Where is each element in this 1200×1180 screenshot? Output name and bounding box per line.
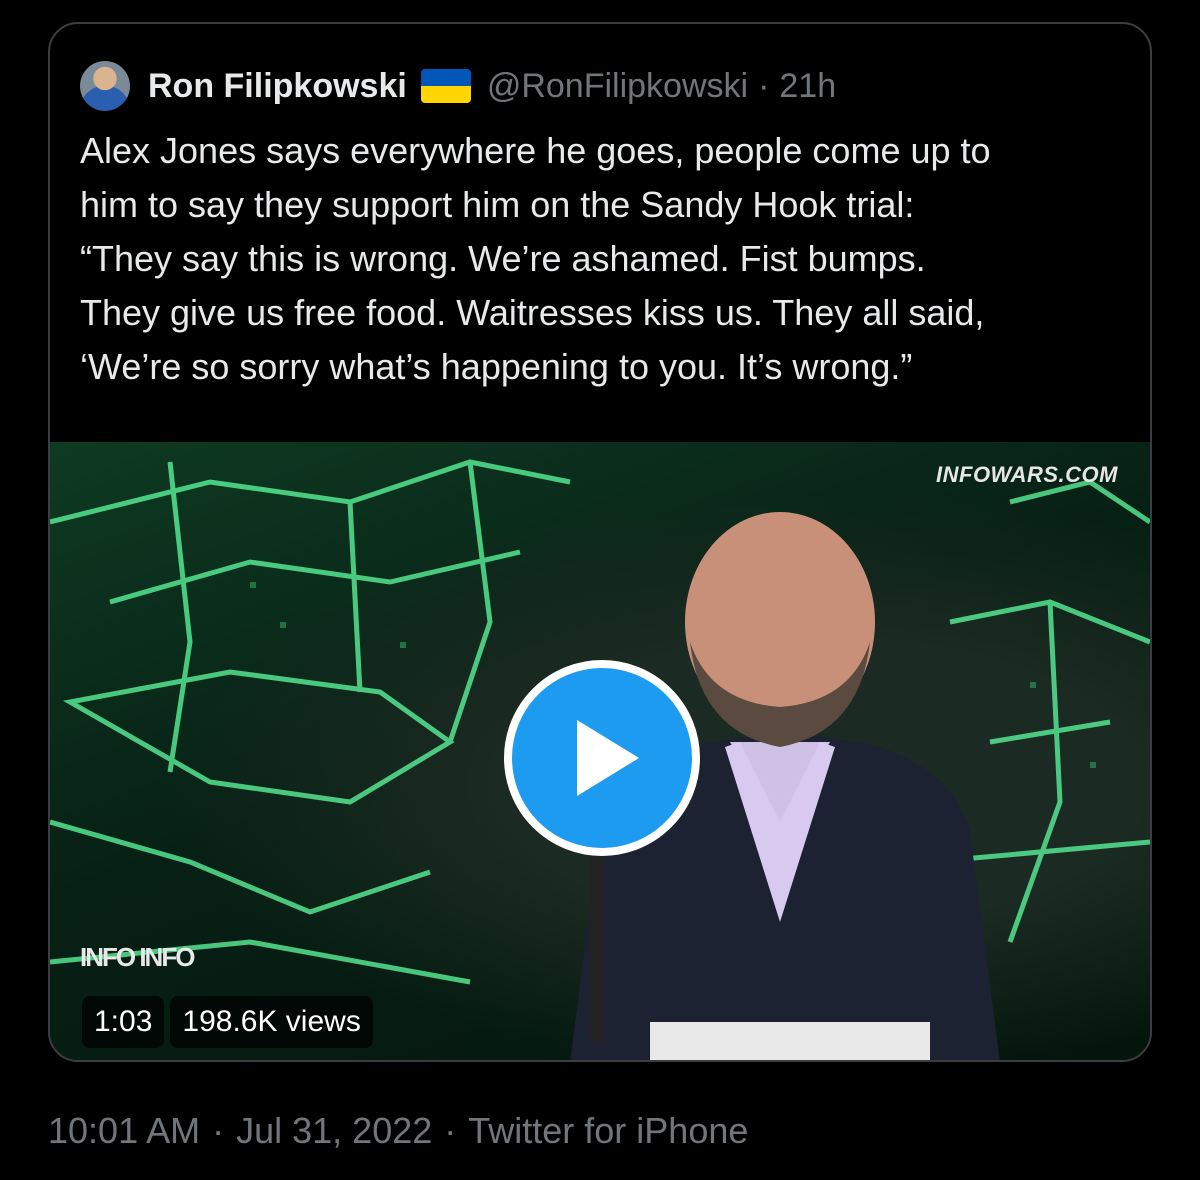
author-display-name[interactable]: Ron Filipkowski [148,67,407,106]
ukraine-flag-icon [420,69,471,103]
video-badges: 1:03 198.6K views [82,996,373,1048]
author-handle[interactable]: @RonFilipkowski [487,67,748,106]
video-player[interactable]: INFOWARS.COM INFO INFO 1:03 198.6K views [50,442,1150,1060]
tweet-source[interactable]: Twitter for iPhone [468,1110,748,1151]
tweet-text: Alex Jones says everywhere he goes, peop… [80,130,991,387]
header-separator: · [758,66,770,105]
play-icon [577,720,639,796]
video-duration: 1:03 [82,996,165,1048]
play-button[interactable] [504,660,700,856]
tweet-time-ago[interactable]: 21h [779,67,836,106]
author-avatar[interactable] [80,61,130,111]
channel-logo: INFO INFO [80,942,195,972]
video-views: 198.6K views [170,996,373,1048]
meta-separator: · [444,1110,457,1151]
tweet-header: Ron Filipkowski @RonFilipkowski · 21h [80,60,836,112]
tweet-date[interactable]: Jul 31, 2022 [236,1110,432,1151]
tweet-meta: 10:01 AM · Jul 31, 2022 · Twitter for iPhone [48,1110,748,1152]
video-watermark: INFOWARS.COM [936,462,1118,487]
quoted-tweet-card[interactable]: Ron Filipkowski @RonFilipkowski · 21h Al… [48,22,1152,1062]
meta-separator: · [212,1110,225,1151]
tweet-timestamp[interactable]: 10:01 AM [48,1110,200,1151]
